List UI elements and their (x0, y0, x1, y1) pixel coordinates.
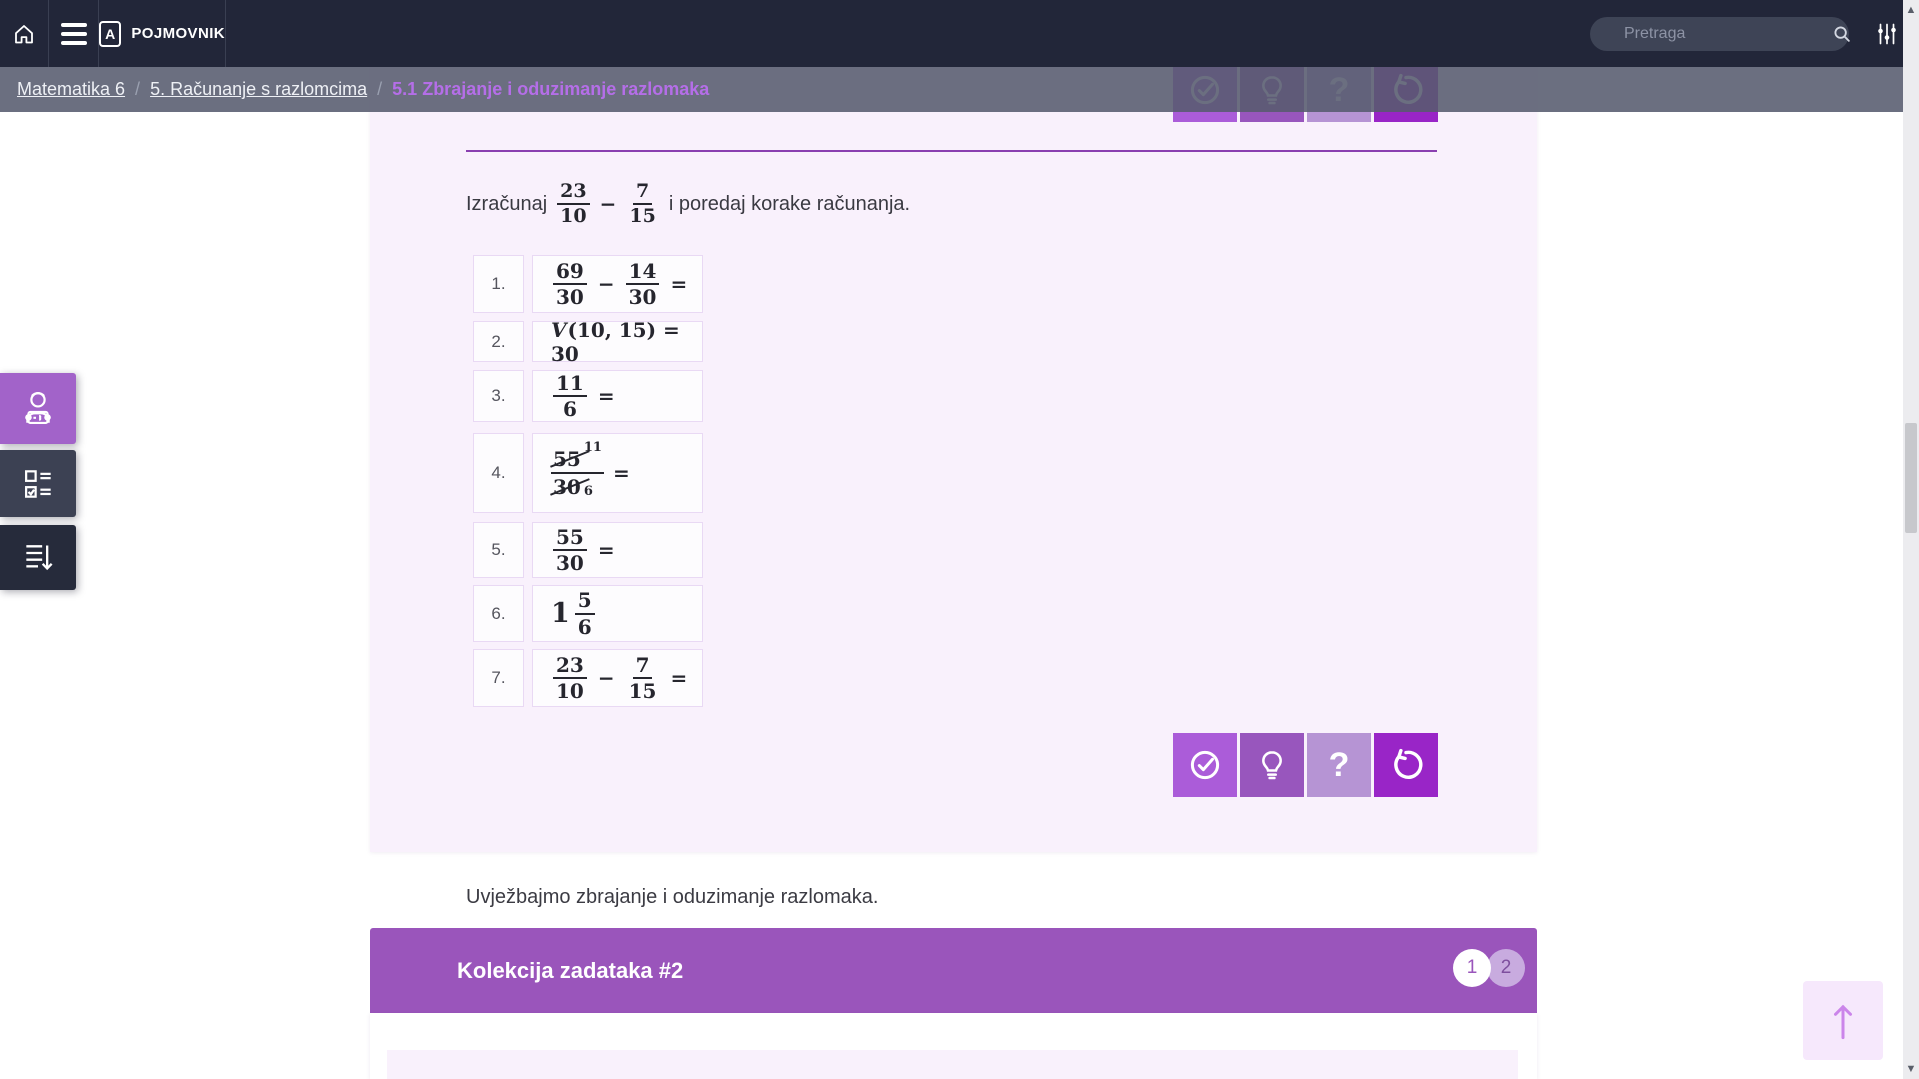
breadcrumb: Matematika 6 / 5. Računanje s razlomcima… (0, 67, 1919, 112)
scroll-to-top-button[interactable] (1803, 981, 1883, 1060)
arrow-up-icon (1823, 997, 1863, 1045)
menu-icon (61, 23, 87, 27)
scrollbar-thumb[interactable] (1905, 423, 1917, 533)
scrollbar-up-arrow[interactable]: ▲ (1903, 2, 1919, 18)
collection-title: Kolekcija zadataka #2 (457, 958, 683, 984)
main-menu-button[interactable] (49, 0, 99, 67)
breadcrumb-link-matematika[interactable]: Matematika 6 (17, 79, 125, 100)
task-prefix: Izračunaj (466, 193, 547, 216)
lightbulb-icon (1255, 748, 1289, 782)
task-fraction-1: 2310 (557, 181, 589, 228)
cancelled-fraction: 5511 306 (551, 448, 604, 498)
collection-task-area (387, 1050, 1518, 1079)
collection-pagination: 1 2 (1453, 949, 1525, 987)
page-button-2[interactable]: 2 (1487, 949, 1525, 987)
breadcrumb-separator: / (135, 79, 140, 100)
check-circle-icon (1187, 747, 1223, 783)
student-avatar-icon (16, 387, 60, 431)
help-button[interactable]: ? (1307, 733, 1371, 797)
breadcrumb-current: 5.1 Zbrajanje i oduzimanje razlomaka (392, 79, 709, 100)
glossary-label: POJMOVNIK (131, 25, 225, 42)
step-item-6[interactable]: 1 56 (532, 585, 703, 642)
search-input[interactable] (1624, 25, 1831, 43)
home-icon (12, 22, 36, 46)
glossary-button[interactable]: A POJMOVNIK (99, 0, 226, 67)
reset-button[interactable] (1374, 733, 1438, 797)
step-number: 6. (473, 585, 524, 642)
collection-body (370, 1013, 1537, 1079)
sidebar-index-tab[interactable] (0, 525, 76, 590)
sidebar-avatar-tab[interactable] (0, 373, 76, 444)
exercise-toolbar: ? (1173, 733, 1438, 797)
step-item-4[interactable]: 5511 306 = (532, 433, 703, 513)
step-number: 7. (473, 649, 524, 707)
collection-header: Kolekcija zadataka #2 1 2 (370, 928, 1537, 1013)
glossary-a-icon: A (99, 21, 121, 47)
step-item-7[interactable]: 2310 − 715 = (532, 649, 703, 707)
step-number: 3. (473, 370, 524, 422)
sidebar-tasks-tab[interactable] (0, 450, 76, 517)
top-navbar: A POJMOVNIK (0, 0, 1919, 67)
exercise-card: ? Izračunaj 2310 − 715 i poredaj korake … (370, 55, 1537, 852)
question-icon: ? (1329, 746, 1350, 785)
step-number: 2. (473, 321, 524, 362)
step-item-3[interactable]: 116 = (532, 370, 703, 422)
step-item-2[interactable]: V(10, 15) = 30 (532, 321, 703, 362)
scrollbar-down-arrow[interactable]: ▼ (1903, 1061, 1919, 1077)
sliders-icon[interactable] (1875, 21, 1899, 47)
task-statement: Izračunaj 2310 − 715 i poredaj korake ra… (466, 181, 910, 228)
page-button-1[interactable]: 1 (1453, 949, 1491, 987)
reset-icon (1388, 747, 1424, 783)
breadcrumb-link-chapter[interactable]: 5. Računanje s razlomcima (150, 79, 367, 100)
collection-card: Kolekcija zadataka #2 1 2 (370, 928, 1537, 1079)
minus-sign: − (600, 192, 617, 216)
checklist-icon (19, 465, 57, 503)
step-number: 4. (473, 433, 524, 513)
search-icon[interactable] (1831, 23, 1853, 45)
check-answer-button[interactable] (1173, 733, 1237, 797)
step-number: 5. (473, 522, 524, 578)
hint-button[interactable] (1240, 733, 1304, 797)
step-number: 1. (473, 255, 524, 313)
breadcrumb-separator: / (377, 79, 382, 100)
task-suffix: i poredaj korake računanja. (669, 193, 910, 216)
home-button[interactable] (0, 0, 49, 67)
step-item-1[interactable]: 6930 − 1430 = (532, 255, 703, 313)
section-divider (466, 150, 1437, 152)
page-scrollbar[interactable]: ▲ ▼ (1903, 0, 1919, 1079)
step-item-5[interactable]: 5530 = (532, 522, 703, 578)
practice-text: Uvježbajmo zbrajanje i oduzimanje razlom… (466, 886, 878, 909)
search-box[interactable] (1590, 17, 1849, 51)
sorted-list-icon (18, 538, 58, 578)
task-fraction-2: 715 (626, 181, 658, 228)
